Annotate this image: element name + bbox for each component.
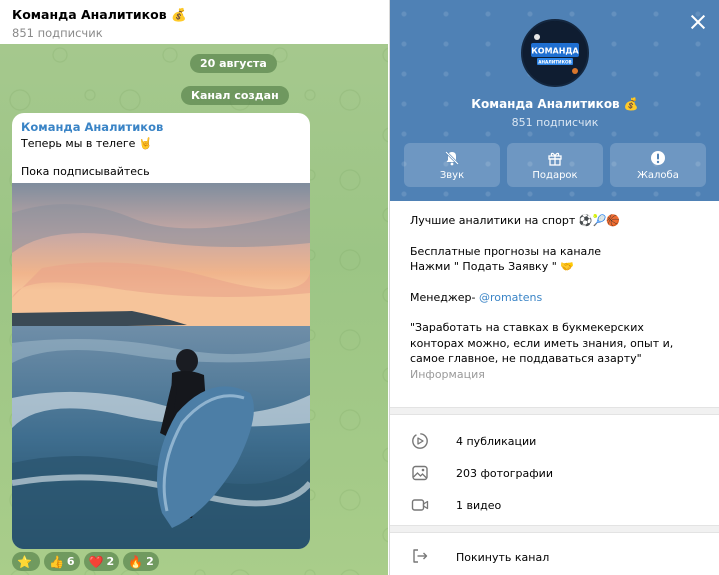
reactions-bar: ⭐ 👍 6 ❤️ 2 🔥 2: [12, 552, 159, 572]
leave-channel-label: Покинуть канал: [456, 550, 550, 564]
message-photo[interactable]: [12, 183, 310, 549]
stat-posts[interactable]: 4 публикации: [390, 425, 719, 457]
report-button[interactable]: Жалоба: [610, 143, 706, 187]
fire-icon: 🔥: [128, 554, 144, 569]
gift-icon: [547, 149, 563, 167]
description-line-3: Нажми " Подать Заявку " 🤝: [410, 260, 574, 273]
avatar-text-bottom: АНАЛИТИКОВ: [538, 60, 572, 65]
surfer-sunset-image: [12, 183, 310, 549]
section-divider: [390, 407, 719, 415]
avatar-text-top: КОМАНДА: [531, 47, 579, 56]
manager-link[interactable]: @romatens: [479, 291, 542, 304]
panel-title: Команда Аналитиков 💰: [471, 97, 639, 111]
star-icon: ⭐: [17, 554, 32, 569]
stat-videos-label: 1 видео: [456, 498, 502, 512]
stat-photos-label: 203 фотографии: [456, 466, 553, 480]
reaction-heart[interactable]: ❤️ 2: [83, 552, 120, 571]
video-icon: [411, 496, 429, 514]
message-bubble[interactable]: Команда Аналитиков Теперь мы в телеге 🤘 …: [12, 113, 310, 549]
report-icon: [650, 149, 666, 167]
reaction-star[interactable]: ⭐: [12, 552, 40, 571]
panel-header: КОМАНДА АНАЛИТИКОВ Команда Аналитиков 💰 …: [390, 0, 719, 201]
photo-icon: [411, 464, 429, 482]
description-line-1: Лучшие аналитики на спорт ⚽🎾🏀: [410, 214, 620, 227]
description-line-2: Бесплатные прогнозы на канале: [410, 244, 602, 258]
leave-channel-button[interactable]: Покинуть канал: [390, 541, 719, 573]
leave-icon: [411, 547, 429, 568]
posts-icon: [411, 432, 429, 450]
gift-button[interactable]: Подарок: [507, 143, 603, 187]
bell-muted-icon: [444, 149, 460, 167]
thumbs-up-icon: 👍: [48, 554, 64, 569]
channel-info-panel: КОМАНДА АНАЛИТИКОВ Команда Аналитиков 💰 …: [389, 0, 719, 575]
message-author[interactable]: Команда Аналитиков: [21, 120, 301, 134]
heart-icon: ❤️: [88, 554, 104, 569]
channel-created-pill: Канал создан: [181, 86, 289, 105]
reaction-count: 2: [146, 555, 154, 568]
reaction-count: 6: [66, 555, 75, 568]
gift-label: Подарок: [532, 170, 578, 181]
close-icon[interactable]: [690, 14, 706, 30]
message-line-1: Теперь мы в телеге 🤘: [21, 137, 153, 150]
reaction-thumbs-up[interactable]: 👍 6: [43, 552, 80, 571]
mute-label: Звук: [439, 170, 465, 181]
stat-photos[interactable]: 203 фотографии: [390, 457, 719, 489]
chat-header[interactable]: Команда Аналитиков 💰 851 подписчик: [0, 0, 388, 44]
channel-logo: КОМАНДА АНАЛИТИКОВ: [523, 21, 587, 85]
manager-line: Менеджер- @romatens: [410, 290, 699, 306]
message-line-2: Пока подписывайтесь: [21, 165, 150, 178]
date-pill: 20 августа: [190, 54, 277, 73]
reaction-count: 2: [106, 555, 115, 568]
chat-title[interactable]: Команда Аналитиков 💰: [12, 7, 388, 23]
message-text: Команда Аналитиков Теперь мы в телеге 🤘 …: [12, 113, 310, 183]
channel-avatar[interactable]: КОМАНДА АНАЛИТИКОВ: [521, 19, 589, 87]
report-label: Жалоба: [637, 170, 679, 181]
media-stats: 4 публикации 203 фотографии 1 видео: [390, 415, 719, 521]
description-quote: "Заработать на ставках в букмекерских ко…: [410, 321, 674, 365]
manager-prefix: Менеджер-: [410, 290, 479, 304]
reaction-fire[interactable]: 🔥 2: [123, 552, 159, 571]
chat-subscribers: 851 подписчик: [12, 26, 103, 40]
action-buttons: Звук Подарок Жалоба: [404, 143, 706, 187]
stat-posts-label: 4 публикации: [456, 434, 537, 448]
chat-area: Команда Аналитиков 💰 851 подписчик 20 ав…: [0, 0, 388, 575]
section-divider: [390, 525, 719, 533]
panel-subscribers: 851 подписчик: [511, 116, 599, 129]
mute-button[interactable]: Звук: [404, 143, 500, 187]
stat-videos[interactable]: 1 видео: [390, 489, 719, 521]
info-caption: Информация: [410, 367, 485, 381]
channel-description: Лучшие аналитики на спорт ⚽🎾🏀 Бесплатные…: [390, 201, 719, 407]
